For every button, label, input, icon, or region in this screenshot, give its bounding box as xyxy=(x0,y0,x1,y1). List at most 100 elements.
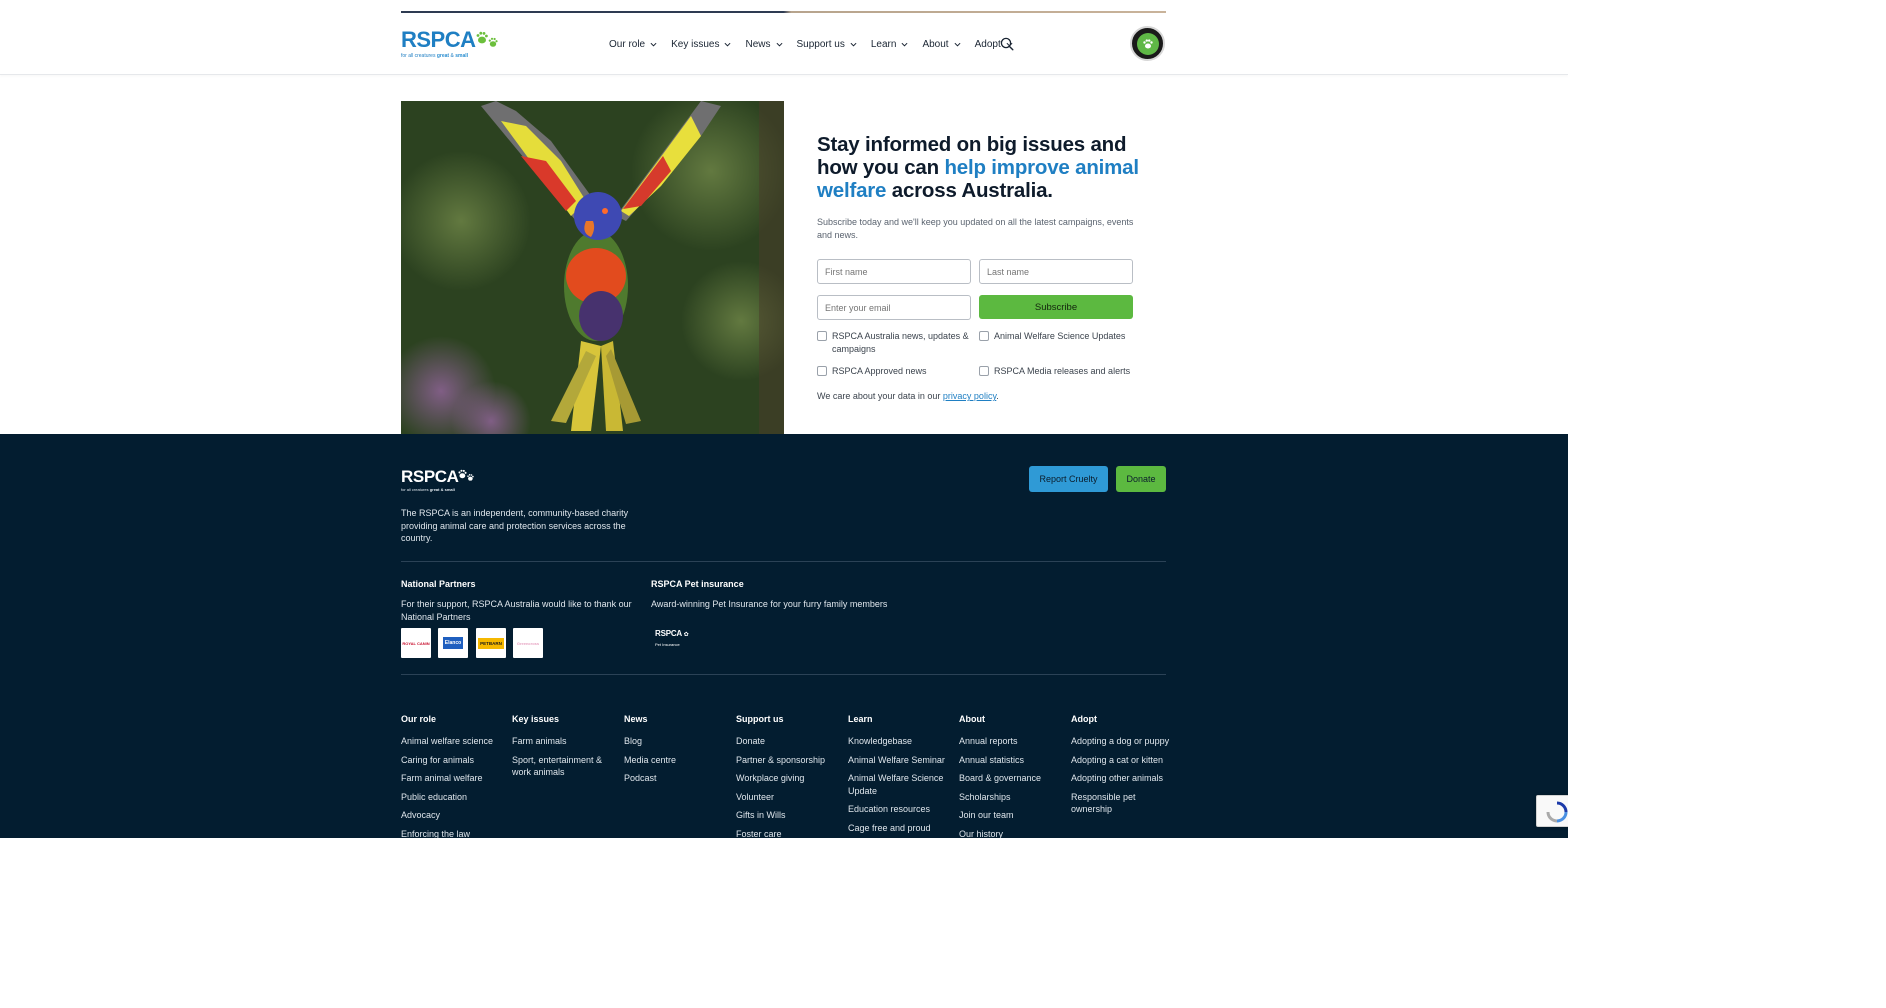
footer-divider xyxy=(401,561,1166,562)
email-input[interactable] xyxy=(817,295,971,320)
footer-rspca-logo[interactable]: RSPCA for all creatures great & small xyxy=(401,467,481,492)
footer-link[interactable]: Blog xyxy=(624,735,724,748)
footer-link[interactable]: Annual reports xyxy=(959,735,1059,748)
partner-logo-royal-canin[interactable]: ROYAL CANIN xyxy=(401,628,431,658)
newsletter-subcopy: Subscribe today and we'll keep you updat… xyxy=(817,217,1134,240)
partner-logo-petbarn[interactable]: PETBARN xyxy=(476,628,506,658)
partners-text: For their support, RSPCA Australia would… xyxy=(401,599,632,622)
footer-link[interactable]: Education resources xyxy=(848,803,948,816)
footer-col-heading: Learn xyxy=(848,714,873,724)
footer-link[interactable]: Board & governance xyxy=(959,772,1059,785)
checkbox-welfare-science[interactable]: Animal Welfare Science Updates xyxy=(979,330,1139,343)
footer-link[interactable]: Donate xyxy=(736,735,836,748)
nav-item-news[interactable]: News xyxy=(745,36,782,52)
nav-item-about[interactable]: About xyxy=(922,36,961,52)
footer-link[interactable]: Our history xyxy=(959,828,1059,839)
checkbox-media-releases[interactable]: RSPCA Media releases and alerts xyxy=(979,365,1139,378)
footer-link[interactable]: Scholarships xyxy=(959,791,1059,804)
footer-link[interactable]: Adopting a cat or kitten xyxy=(1071,754,1171,767)
footer-link[interactable]: Sport, entertainment & work animals xyxy=(512,754,612,779)
footer-logo-wordmark: RSPCA xyxy=(401,467,459,486)
nav-item-learn[interactable]: Learn xyxy=(871,36,909,52)
rspca-approved-badge[interactable] xyxy=(1130,26,1165,61)
footer-link[interactable]: Join our team xyxy=(959,809,1059,822)
footer-link[interactable]: Responsible pet ownership xyxy=(1071,791,1171,816)
footer-col-heading: Key issues xyxy=(512,714,560,724)
paw-prints-icon xyxy=(476,31,498,47)
rspca-logo[interactable]: RSPCA for all creatures great & small xyxy=(401,27,501,61)
footer-col-heading: Our role xyxy=(401,714,437,724)
chevron-down-icon xyxy=(776,42,782,47)
footer-link[interactable]: Animal welfare science xyxy=(401,735,501,748)
donate-button[interactable]: Donate xyxy=(1116,466,1166,492)
partners-heading: National Partners xyxy=(401,579,476,589)
footer-link[interactable]: Gifts in Wills xyxy=(736,809,836,822)
footer-link[interactable]: Annual statistics xyxy=(959,754,1059,767)
nav-item-key-issues[interactable]: Key issues xyxy=(671,36,731,52)
recaptcha-badge[interactable] xyxy=(1536,795,1568,827)
checkbox-box[interactable] xyxy=(817,366,827,376)
search-icon[interactable] xyxy=(1000,37,1014,51)
chevron-down-icon xyxy=(954,42,961,47)
footer-logo-tagline: for all creatures great & small xyxy=(401,487,455,492)
checkbox-box[interactable] xyxy=(817,331,827,341)
chevron-down-icon xyxy=(724,42,731,47)
nav-item-support-us[interactable]: Support us xyxy=(797,36,857,52)
footer-about-text: The RSPCA is an independent, community-b… xyxy=(401,508,629,543)
footer-link[interactable]: Farm animal welfare xyxy=(401,772,501,785)
footer-link[interactable]: Adopting a dog or puppy xyxy=(1071,735,1171,748)
footer-link[interactable]: Animal Welfare Seminar xyxy=(848,754,948,767)
footer-col-heading: Support us xyxy=(736,714,784,724)
checkbox-approved-news[interactable]: RSPCA Approved news xyxy=(817,365,972,378)
footer-link[interactable]: Volunteer xyxy=(736,791,836,804)
pet-insurance-heading: RSPCA Pet insurance xyxy=(651,579,744,589)
site-footer: RSPCA for all creatures great & small Th… xyxy=(0,434,1568,838)
partner-logo-greencross[interactable]: Greencross xyxy=(513,628,543,658)
report-cruelty-button[interactable]: Report Cruelty xyxy=(1029,466,1108,492)
footer-link[interactable]: Media centre xyxy=(624,754,724,767)
last-name-input[interactable] xyxy=(979,259,1133,284)
privacy-policy-link[interactable]: privacy policy xyxy=(943,391,996,401)
footer-link[interactable]: Partner & sponsorship xyxy=(736,754,836,767)
footer-link[interactable]: Caring for animals xyxy=(401,754,501,767)
partner-logo-elanco[interactable]: Elanco xyxy=(438,628,468,658)
nav-item-our-role[interactable]: Our role xyxy=(609,36,657,52)
footer-link[interactable]: Animal Welfare Science Update xyxy=(848,772,948,797)
footer-link[interactable]: Enforcing the law xyxy=(401,828,501,839)
footer-col-news: News Blog Media centre Podcast xyxy=(624,714,724,791)
chevron-down-icon xyxy=(901,42,908,47)
footer-link[interactable]: Foster care xyxy=(736,828,836,839)
newsletter-intro: Stay informed on big issues and how you … xyxy=(817,133,1147,241)
checkbox-label: RSPCA Australia news, updates & campaign… xyxy=(832,331,969,354)
checkbox-label: RSPCA Approved news xyxy=(832,366,927,376)
first-name-input[interactable] xyxy=(817,259,971,284)
footer-col-heading: Adopt xyxy=(1071,714,1097,724)
checkbox-rspca-news[interactable]: RSPCA Australia news, updates & campaign… xyxy=(817,330,972,355)
logo-wordmark: RSPCA xyxy=(401,27,476,52)
recaptcha-icon xyxy=(1546,801,1568,823)
checkbox-label: RSPCA Media releases and alerts xyxy=(994,366,1131,376)
pet-insurance-logo[interactable]: RSPCA ✿ Pet Insurance xyxy=(655,623,699,647)
rainbow-lorikeet-photo xyxy=(401,101,784,434)
footer-link[interactable]: Farm animals xyxy=(512,735,612,748)
footer-link[interactable]: Cage free and proud xyxy=(848,822,948,835)
footer-col-key-issues: Key issues Farm animals Sport, entertain… xyxy=(512,714,612,785)
footer-link[interactable]: Adopting other animals xyxy=(1071,772,1171,785)
footer-link[interactable]: Podcast xyxy=(624,772,724,785)
subscribe-button[interactable]: Subscribe xyxy=(979,295,1133,319)
checkbox-box[interactable] xyxy=(979,331,989,341)
approved-paw-icon xyxy=(1136,32,1159,55)
footer-link[interactable]: Advocacy xyxy=(401,809,501,822)
footer-col-our-role: Our role Animal welfare science Caring f… xyxy=(401,714,501,838)
footer-link[interactable]: Public education xyxy=(401,791,501,804)
logo-tagline: for all creatures great & small xyxy=(401,53,469,59)
header-accent-bar xyxy=(401,11,1166,13)
page: RSPCA for all creatures great & small Ou… xyxy=(0,0,1568,838)
checkbox-label: Animal Welfare Science Updates xyxy=(994,331,1126,341)
checkbox-box[interactable] xyxy=(979,366,989,376)
footer-link[interactable]: Knowledgebase xyxy=(848,735,948,748)
footer-col-learn: Learn Knowledgebase Animal Welfare Semin… xyxy=(848,714,948,838)
paw-prints-icon xyxy=(458,469,474,481)
chevron-down-icon xyxy=(850,42,857,47)
footer-link[interactable]: Workplace giving xyxy=(736,772,836,785)
